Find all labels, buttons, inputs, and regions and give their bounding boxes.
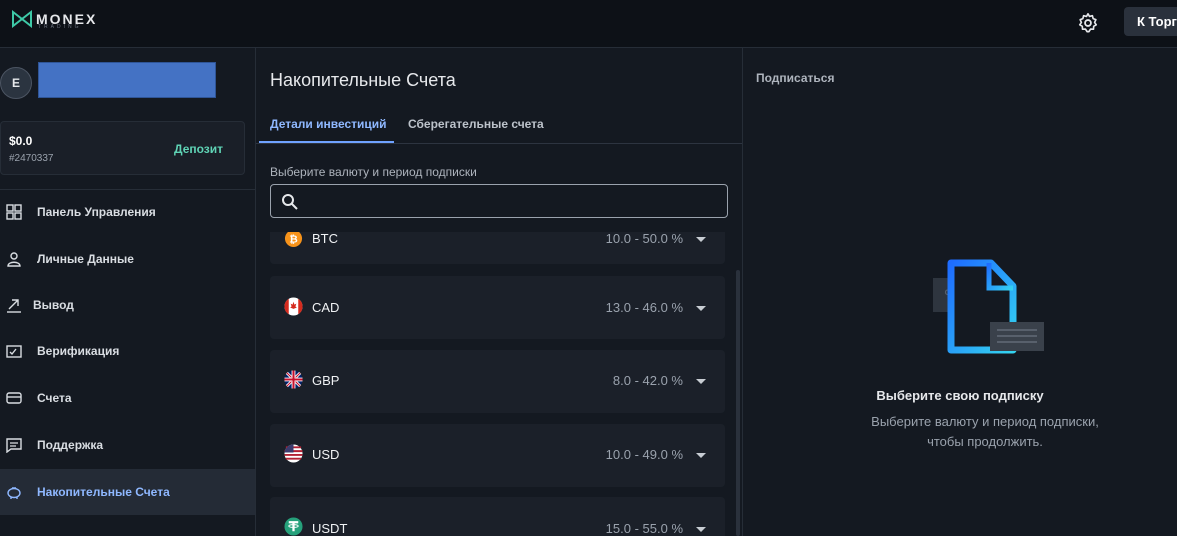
savings-panel: Накопительные Счета Детали инвестиций Сб… bbox=[256, 48, 743, 536]
chevron-down-icon bbox=[696, 527, 706, 532]
avatar[interactable]: E bbox=[0, 67, 32, 99]
sidebar-item-label: Поддержка bbox=[37, 438, 104, 452]
page-title: Накопительные Счета bbox=[270, 70, 456, 90]
sidebar-item-dashboard[interactable]: Панель Управления bbox=[0, 189, 255, 235]
sidebar-item-label: Панель Управления bbox=[37, 205, 156, 219]
chevron-down-icon bbox=[696, 237, 706, 242]
sidebar-item-label: Верификация bbox=[37, 344, 120, 358]
monex-logo-icon bbox=[12, 10, 32, 28]
rate-range: 15.0 - 55.0 % bbox=[605, 521, 683, 536]
list-scrollbar[interactable] bbox=[736, 270, 740, 536]
currency-search-input[interactable] bbox=[270, 184, 728, 218]
to-trading-button[interactable]: К Торговле bbox=[1124, 7, 1177, 36]
uk-flag-icon bbox=[284, 370, 303, 389]
rate-range: 10.0 - 50.0 % bbox=[605, 232, 683, 246]
chevron-down-icon bbox=[696, 379, 706, 384]
currency-list: ₿ BTC 10.0 - 50.0 % CAD 13.0 - 46.0 % GB… bbox=[270, 232, 725, 536]
tab-investment-details[interactable]: Детали инвестиций bbox=[270, 117, 387, 131]
sidebar-item-label: Накопительные Счета bbox=[37, 485, 170, 499]
bitcoin-icon: ₿ bbox=[284, 232, 303, 248]
search-icon bbox=[282, 194, 298, 210]
currency-code: GBP bbox=[312, 373, 340, 388]
canada-flag-icon bbox=[284, 297, 303, 316]
sidebar-item-label: Личные Данные bbox=[37, 252, 134, 266]
tether-icon bbox=[284, 517, 303, 536]
svg-text:₿: ₿ bbox=[289, 233, 298, 245]
currency-row-gbp[interactable]: GBP 8.0 - 42.0 % bbox=[270, 350, 725, 413]
sidebar: E $0.0 #2470337 Депозит Панель Управлени… bbox=[0, 48, 256, 536]
rate-range: 8.0 - 42.0 % bbox=[612, 373, 683, 388]
tab-savings-accounts[interactable]: Сберегательные счета bbox=[408, 117, 544, 131]
empty-state-title: Выберите свою подписку bbox=[876, 388, 1044, 403]
rate-range: 13.0 - 46.0 % bbox=[605, 300, 683, 315]
dashboard-icon bbox=[6, 204, 22, 220]
rate-range: 10.0 - 49.0 % bbox=[605, 447, 683, 462]
monex-logo[interactable]: MONEX TRADING bbox=[12, 10, 97, 30]
chevron-down-icon bbox=[696, 453, 706, 458]
sidebar-item-label: Счета bbox=[37, 391, 72, 405]
currency-row-usdt[interactable]: USDT 15.0 - 55.0 % bbox=[270, 497, 725, 536]
sidebar-item-withdraw[interactable]: Вывод bbox=[0, 282, 255, 328]
empty-state-line-2: чтобы продолжить. bbox=[927, 434, 1043, 449]
account-id: #2470337 bbox=[9, 153, 54, 164]
currency-row-cad[interactable]: CAD 13.0 - 46.0 % bbox=[270, 276, 725, 339]
chevron-down-icon bbox=[696, 306, 706, 311]
document-illustration-icon: % bbox=[933, 259, 1044, 354]
currency-code: USDT bbox=[312, 521, 348, 536]
sidebar-item-accounts[interactable]: Счета bbox=[0, 375, 255, 421]
empty-state-line-1: Выберите валюту и период подписки, bbox=[871, 414, 1099, 429]
top-bar: MONEX TRADING К Торговле bbox=[0, 0, 1177, 48]
username-redacted bbox=[38, 62, 216, 98]
logo-subtext: TRADING bbox=[38, 24, 82, 30]
person-icon bbox=[7, 252, 21, 267]
accounts-icon bbox=[6, 392, 22, 404]
piggy-bank-icon bbox=[7, 487, 21, 499]
us-flag-icon bbox=[284, 444, 303, 463]
deposit-button[interactable]: Депозит bbox=[174, 142, 223, 156]
support-icon bbox=[6, 438, 22, 453]
currency-code: USD bbox=[312, 447, 340, 462]
sidebar-item-savings-accounts[interactable]: Накопительные Счета bbox=[0, 469, 255, 515]
balance-card: $0.0 #2470337 Депозит bbox=[0, 121, 245, 175]
subscribe-title: Подписаться bbox=[756, 71, 835, 85]
currency-code: BTC bbox=[312, 232, 338, 246]
currency-row-usd[interactable]: USD 10.0 - 49.0 % bbox=[270, 424, 725, 487]
withdraw-icon bbox=[7, 299, 21, 313]
currency-code: CAD bbox=[312, 300, 340, 315]
search-label: Выберите валюту и период подписки bbox=[270, 165, 477, 179]
sidebar-item-support[interactable]: Поддержка bbox=[0, 422, 255, 468]
tab-bar: Детали инвестиций Сберегательные счета bbox=[256, 108, 742, 144]
balance-value: $0.0 bbox=[9, 134, 33, 148]
sidebar-item-label: Вывод bbox=[33, 298, 74, 312]
empty-state-description: Выберите валюту и период подписки, чтобы… bbox=[839, 412, 1131, 452]
verification-icon bbox=[6, 345, 22, 358]
active-tab-indicator bbox=[259, 141, 394, 143]
sidebar-item-personal-data[interactable]: Личные Данные bbox=[0, 236, 255, 282]
gear-icon[interactable] bbox=[1077, 12, 1099, 34]
subscribe-panel: Подписаться % Выберите свою подписку Выб… bbox=[743, 48, 1177, 536]
currency-row-btc[interactable]: ₿ BTC 10.0 - 50.0 % bbox=[270, 232, 725, 264]
sidebar-item-verification[interactable]: Верификация bbox=[0, 328, 255, 374]
